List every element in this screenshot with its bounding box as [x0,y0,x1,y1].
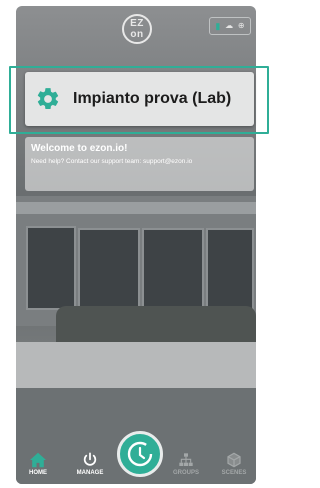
cube-icon [227,452,241,468]
plant-selector[interactable]: Impianto prova (Lab) [25,72,254,126]
home-icon [30,452,46,468]
welcome-card: Welcome to ezon.io! Need help? Contact o… [25,137,254,191]
timer-icon [127,441,153,467]
background-window [26,226,76,310]
background-window [206,228,254,314]
connection-indicator-icon: ▮ [215,20,221,31]
power-icon [83,452,97,466]
nav-home-label: HOME [29,470,47,476]
welcome-text: Need help? Contact our support team: sup… [31,158,193,165]
connection-status[interactable]: ▮ ☁ ⊕ [209,17,251,35]
nav-manage-label: MANAGE [76,470,104,476]
center-action-button[interactable] [117,431,163,477]
nav-scenes-label: SCENES [221,470,247,476]
background-roof [16,202,256,214]
logo-text: EZ on [130,18,144,40]
background-window [78,228,140,314]
welcome-title: Welcome to ezon.io! [31,143,128,154]
cloud-icon: ☁ [225,21,234,30]
nav-home[interactable]: HOME [16,452,60,476]
background-terrace [16,342,256,388]
gear-icon [37,88,59,110]
plant-name: Impianto prova (Lab) [73,90,232,107]
globe-icon: ⊕ [237,21,245,30]
ezon-logo: EZ on [122,14,152,44]
groups-icon [179,453,193,466]
nav-groups[interactable]: GROUPS [164,452,208,476]
nav-scenes[interactable]: SCENES [212,452,256,476]
nav-manage[interactable]: MANAGE [68,452,112,476]
nav-groups-label: GROUPS [172,470,199,476]
background-window [142,228,204,314]
background-hedge [56,306,256,344]
